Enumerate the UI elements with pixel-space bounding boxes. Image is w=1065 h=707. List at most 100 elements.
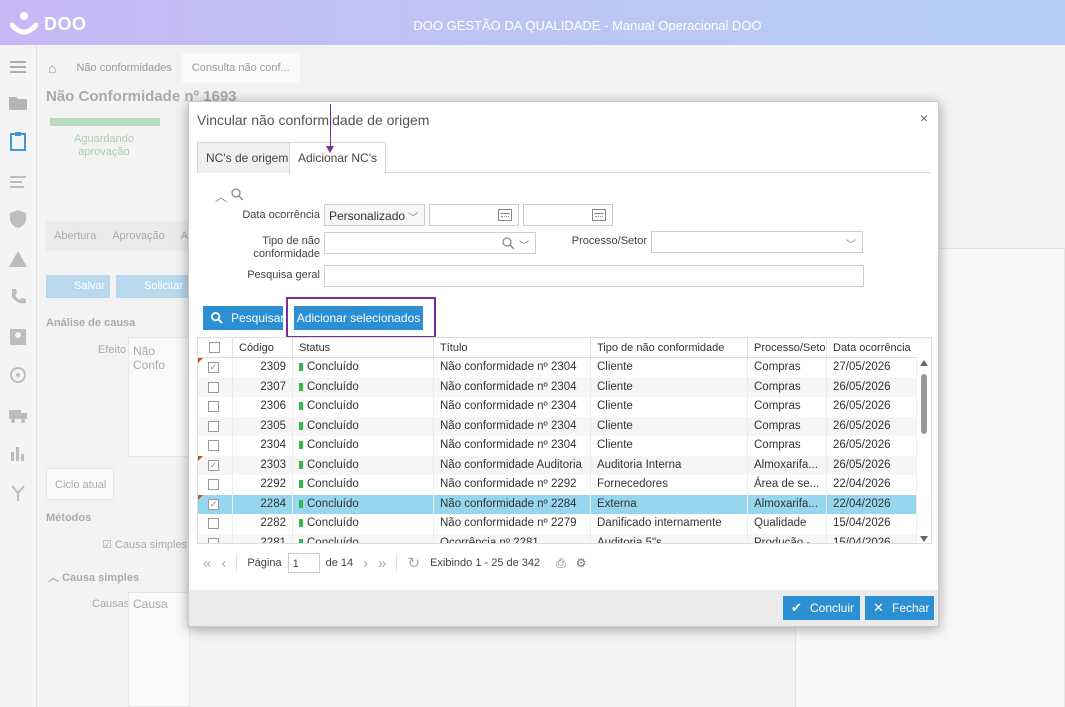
breadcrumb-item[interactable]: Não conformidades: [66, 53, 181, 83]
lines-icon[interactable]: [8, 171, 28, 191]
row-checkbox[interactable]: ✓: [208, 498, 219, 510]
refresh-icon[interactable]: ↻: [407, 554, 420, 572]
row-checkbox[interactable]: [208, 401, 219, 412]
type-cell: Cliente: [590, 397, 747, 417]
row-flag-marker: [198, 455, 203, 461]
table-row[interactable]: 2304 Concluído Não conformidade nº 2304 Cli…: [198, 436, 918, 456]
effect-field[interactable]: Não Confo: [128, 337, 190, 457]
tab-aprovacao[interactable]: Aprovação: [104, 221, 173, 251]
shield-icon[interactable]: [8, 209, 28, 229]
calendar-icon[interactable]: [498, 209, 512, 221]
process-cell: Área de se...: [747, 475, 826, 495]
chevron-up-icon[interactable]: ︿: [215, 188, 227, 205]
save-button[interactable]: Salvar: [46, 275, 110, 298]
date-cell: 26/05/2026: [826, 377, 918, 397]
bar-chart-icon[interactable]: [8, 443, 28, 463]
table-row[interactable]: ✓ 2309 Concluído Não conformidade nº 2304 Cl…: [198, 358, 918, 378]
target-icon[interactable]: [8, 365, 28, 385]
column-header-title[interactable]: Título: [433, 338, 590, 357]
title-cell: Não conformidade nº 2279: [433, 514, 590, 534]
warning-icon[interactable]: [8, 249, 28, 269]
phone-icon[interactable]: [8, 287, 28, 307]
branch-icon[interactable]: [8, 483, 28, 503]
next-page-icon[interactable]: ›: [363, 555, 368, 572]
table-scrollbar[interactable]: [916, 358, 931, 543]
table-row[interactable]: 2305 Concluído Não conformidade nº 2304 Cli…: [198, 416, 918, 436]
home-icon[interactable]: ⌂: [38, 53, 66, 83]
close-icon[interactable]: ×: [920, 110, 928, 126]
date-mode-select[interactable]: Personalizado ﹀: [324, 204, 425, 226]
tab-origin-ncs[interactable]: NC's de origem: [197, 142, 298, 173]
column-header-status[interactable]: Status: [292, 338, 433, 357]
column-header-code[interactable]: Código: [232, 338, 292, 357]
divider: [396, 555, 398, 571]
simple-cause-header[interactable]: ︿ Causa simples: [48, 569, 139, 585]
pagination: « ‹ Página 1 de 14 › » ↻ Exibindo 1 - 25…: [203, 552, 597, 574]
status-cell: Concluído: [292, 494, 433, 514]
conclude-button[interactable]: ✔ Concluir: [783, 596, 860, 620]
breadcrumb-item[interactable]: Consulta não conf...: [181, 53, 300, 83]
table-row[interactable]: 2281 Concluído Ocorrência nº 2281 Auditoria…: [198, 533, 918, 543]
row-checkbox[interactable]: [208, 440, 219, 451]
status-text: Concluído: [307, 419, 359, 432]
status-text: Concluído: [307, 400, 359, 412]
check-icon: ✔: [791, 600, 802, 615]
current-cycle-tab[interactable]: Ciclo atual: [46, 468, 114, 500]
row-checkbox[interactable]: [208, 479, 219, 490]
contact-card-icon[interactable]: [8, 327, 28, 347]
table-row[interactable]: 2306 Concluído Não conformidade nº 2304 Cli…: [198, 397, 918, 417]
table-row[interactable]: 2282 Concluído Não conformidade nº 2279 Dan…: [198, 514, 918, 534]
date-cell: 22/04/2026: [826, 494, 918, 514]
column-header-date[interactable]: Data ocorrência: [826, 338, 918, 357]
row-checkbox[interactable]: ✓: [208, 459, 219, 471]
table-row[interactable]: ✓ 2284 Concluído Não conformidade nº 2284 Ex…: [198, 494, 918, 514]
select-all-checkbox[interactable]: [209, 342, 220, 353]
search-icon: [211, 312, 223, 324]
search-button[interactable]: Pesquisar: [203, 306, 284, 330]
scroll-up-arrow-icon[interactable]: [920, 360, 928, 366]
dialog-tabs: NC's de origem Adicionar NC's: [197, 142, 931, 174]
first-page-icon[interactable]: «: [203, 555, 211, 572]
tab-add-ncs[interactable]: Adicionar NC's: [289, 142, 386, 174]
scroll-thumb[interactable]: [921, 374, 927, 434]
table-row[interactable]: 2307 Concluído Não conformidade nº 2304 Cli…: [198, 377, 918, 397]
date-to-input[interactable]: [523, 204, 613, 226]
date-from-input[interactable]: [429, 204, 519, 226]
type-cell: Cliente: [590, 377, 747, 397]
simple-cause-header-label: Causa simples: [62, 572, 140, 584]
process-cell: Qualidade: [747, 514, 826, 534]
general-search-input[interactable]: [324, 265, 864, 287]
tab-abertura[interactable]: Abertura: [46, 221, 104, 251]
settings-icon[interactable]: ⚙: [576, 556, 587, 570]
process-select[interactable]: ﹀: [651, 231, 863, 253]
last-page-icon[interactable]: »: [378, 555, 386, 572]
menu-icon[interactable]: [8, 57, 28, 77]
simple-cause-checkbox[interactable]: ☑ Causa simples: [102, 538, 187, 551]
filter-toggle[interactable]: ︿: [215, 188, 244, 205]
scroll-down-arrow-icon[interactable]: [920, 536, 928, 542]
calendar-icon[interactable]: [592, 209, 606, 221]
row-checkbox[interactable]: ✓: [208, 362, 219, 373]
close-button-label: Fechar: [892, 601, 930, 615]
row-checkbox[interactable]: [208, 518, 219, 529]
table-row[interactable]: ✓ 2303 Concluído Não conformidade Auditoria…: [198, 455, 918, 475]
column-header-process[interactable]: Processo/Setor: [747, 338, 826, 357]
row-checkbox[interactable]: [208, 420, 219, 432]
print-icon[interactable]: ⎙: [556, 556, 566, 571]
page-input[interactable]: 1: [287, 553, 320, 573]
type-cell: Auditoria Interna: [590, 455, 747, 475]
column-header-type[interactable]: Tipo de não conformidade: [590, 338, 747, 357]
folder-icon[interactable]: [8, 93, 28, 113]
process-cell: Compras: [747, 358, 826, 378]
request-button[interactable]: Solicitar: [116, 275, 188, 298]
clipboard-icon[interactable]: [8, 131, 28, 151]
table-row[interactable]: 2292 Concluído Não conformidade nº 2292 For…: [198, 475, 918, 495]
causes-field[interactable]: Causa: [128, 592, 190, 707]
previous-page-icon[interactable]: ‹: [221, 555, 226, 572]
row-checkbox[interactable]: [208, 537, 219, 543]
truck-icon[interactable]: [8, 405, 28, 425]
nc-type-select[interactable]: ﹀: [324, 232, 536, 254]
row-checkbox[interactable]: [208, 381, 219, 393]
title-cell: Não conformidade Auditoria: [433, 455, 590, 475]
close-button[interactable]: ✕ Fechar: [865, 596, 934, 620]
